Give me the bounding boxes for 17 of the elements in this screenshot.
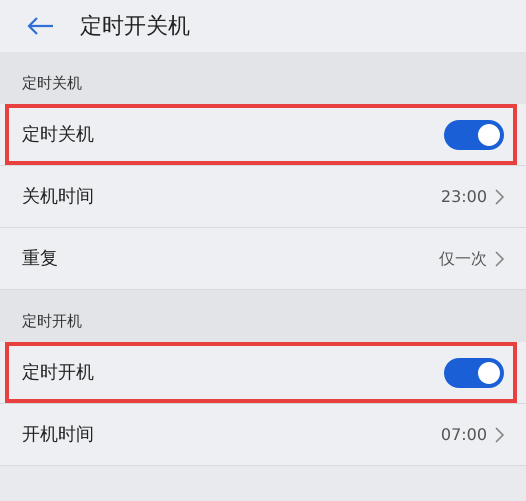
chevron-icon bbox=[495, 188, 504, 204]
section-header: 定时关机 bbox=[22, 72, 82, 94]
value-text: 23:00 bbox=[440, 186, 487, 208]
settings-row[interactable]: 关机时间 23:00 bbox=[0, 166, 526, 228]
page-title: 定时开关机 bbox=[80, 12, 190, 40]
back-icon[interactable] bbox=[26, 16, 54, 36]
value-text: 仅一次 bbox=[439, 248, 487, 270]
chevron-icon bbox=[495, 250, 504, 266]
section-header: 定时开机 bbox=[22, 310, 82, 332]
value-text: 07:00 bbox=[440, 424, 487, 446]
toggle-switch[interactable] bbox=[444, 358, 504, 388]
settings-row[interactable]: 定时关机 bbox=[0, 104, 526, 166]
chevron-icon bbox=[495, 426, 504, 442]
toggle-switch[interactable] bbox=[444, 120, 504, 150]
settings-row[interactable]: 重复 仅一次 bbox=[0, 228, 526, 290]
settings-row[interactable]: 开机时间 07:00 bbox=[0, 404, 526, 466]
settings-row[interactable]: 定时开机 bbox=[0, 342, 526, 404]
